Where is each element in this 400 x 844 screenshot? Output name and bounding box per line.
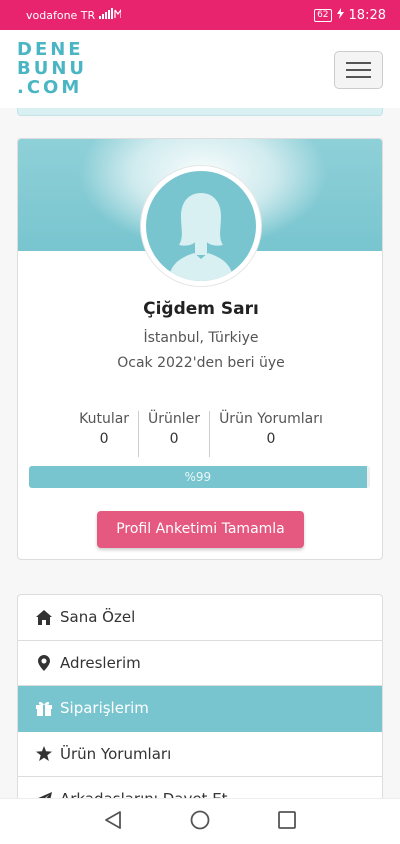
stat-label: Ürünler: [148, 411, 201, 427]
stat-label: Ürün Yorumları: [219, 411, 323, 427]
hamburger-menu-button[interactable]: [334, 51, 383, 89]
signal-icon: [99, 8, 122, 22]
profile-location: İstanbul, Türkiye: [143, 330, 259, 346]
charging-icon: [336, 7, 344, 23]
avatar-placeholder-icon: [146, 171, 256, 281]
android-nav-bar: [0, 798, 400, 844]
profile-stats: Kutular 0 Ürünler 0 Ürün Yorumları 0: [18, 411, 382, 457]
previous-section-edge: [17, 108, 383, 116]
battery-indicator: 62: [314, 8, 332, 22]
logo[interactable]: DENE BUNU .COM: [17, 40, 87, 97]
member-since: Ocak 2022'den beri üye: [117, 355, 285, 371]
map-marker-icon: [35, 654, 52, 671]
menu-item-siparislerim[interactable]: Siparişlerim: [18, 686, 382, 732]
home-icon: [35, 609, 52, 626]
menu-item-sana-ozel[interactable]: Sana Özel: [18, 595, 382, 641]
menu-item-label: Sana Özel: [60, 608, 136, 627]
avatar[interactable]: [141, 166, 261, 286]
logo-line: .COM: [17, 77, 83, 98]
logo-line: DENE: [17, 39, 84, 60]
menu-item-label: Ürün Yorumları: [60, 744, 172, 763]
gift-icon: [35, 700, 52, 717]
star-icon: [35, 745, 52, 762]
status-bar: vodafone TR 62 18:28: [0, 0, 400, 30]
home-circle-icon[interactable]: [190, 810, 210, 834]
stat-products[interactable]: Ürünler 0: [138, 411, 209, 457]
menu-item-label: Siparişlerim: [60, 699, 149, 718]
hamburger-line: [346, 76, 371, 78]
stat-boxes[interactable]: Kutular 0: [70, 411, 138, 457]
clock: 18:28: [348, 7, 386, 23]
menu-item-urun-yorumlari[interactable]: Ürün Yorumları: [18, 732, 382, 777]
stat-value: 0: [169, 431, 179, 447]
hamburger-line: [346, 62, 371, 64]
site-header: DENE BUNU .COM: [0, 30, 400, 108]
recents-square-icon[interactable]: [278, 810, 296, 833]
profile-progress-bar: %99: [29, 466, 370, 488]
back-icon[interactable]: [104, 810, 122, 834]
menu-item-adreslerim[interactable]: Adreslerim: [18, 641, 382, 686]
hamburger-line: [346, 69, 371, 71]
progress-fill: %99: [29, 466, 367, 488]
stat-label: Kutular: [79, 411, 130, 427]
menu-item-label: Adreslerim: [60, 653, 141, 672]
logo-line: BUNU: [17, 58, 88, 79]
profile-card: Çiğdem Sarı İstanbul, Türkiye Ocak 2022'…: [17, 138, 383, 560]
account-menu: Sana Özel Adreslerim Siparişlerim Ürün Y…: [17, 594, 383, 824]
stat-reviews[interactable]: Ürün Yorumları 0: [209, 411, 332, 457]
stat-value: 0: [266, 431, 276, 447]
stat-value: 0: [99, 431, 109, 447]
carrier-label: vodafone TR: [26, 8, 96, 22]
profile-name: Çiğdem Sarı: [143, 299, 259, 319]
complete-survey-button[interactable]: Profil Anketimi Tamamla: [97, 511, 304, 548]
